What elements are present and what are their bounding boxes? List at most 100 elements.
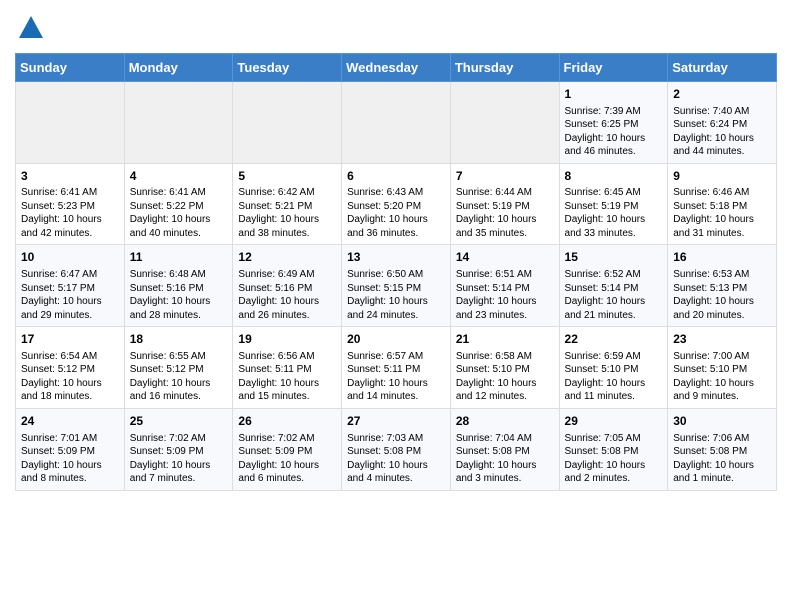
calendar-cell: 15Sunrise: 6:52 AMSunset: 5:14 PMDayligh… [559,245,668,327]
day-info: Sunset: 5:10 PM [456,363,554,377]
weekday-header: Wednesday [342,53,451,81]
day-info: Daylight: 10 hours and 38 minutes. [238,213,336,240]
calendar-cell: 14Sunrise: 6:51 AMSunset: 5:14 PMDayligh… [450,245,559,327]
day-number: 19 [238,331,336,348]
day-info: Daylight: 10 hours and 35 minutes. [456,213,554,240]
day-info: Sunset: 5:09 PM [130,445,228,459]
day-info: Sunset: 5:18 PM [673,200,771,214]
day-info: Sunset: 5:08 PM [565,445,663,459]
day-info: Sunset: 5:14 PM [565,282,663,296]
weekday-header: Thursday [450,53,559,81]
day-info: Sunrise: 6:47 AM [21,268,119,282]
day-info: Sunset: 5:11 PM [347,363,445,377]
day-info: Sunrise: 6:56 AM [238,350,336,364]
calendar-cell: 25Sunrise: 7:02 AMSunset: 5:09 PMDayligh… [124,408,233,490]
day-number: 28 [456,413,554,430]
day-info: Sunrise: 6:49 AM [238,268,336,282]
day-info: Daylight: 10 hours and 4 minutes. [347,459,445,486]
day-info: Sunrise: 7:02 AM [130,432,228,446]
calendar-cell: 13Sunrise: 6:50 AMSunset: 5:15 PMDayligh… [342,245,451,327]
day-number: 4 [130,168,228,185]
day-info: Sunset: 6:24 PM [673,118,771,132]
day-number: 3 [21,168,119,185]
calendar-cell: 24Sunrise: 7:01 AMSunset: 5:09 PMDayligh… [16,408,125,490]
calendar-cell: 30Sunrise: 7:06 AMSunset: 5:08 PMDayligh… [668,408,777,490]
day-info: Sunrise: 6:54 AM [21,350,119,364]
day-info: Daylight: 10 hours and 42 minutes. [21,213,119,240]
day-info: Sunrise: 6:45 AM [565,186,663,200]
day-info: Sunset: 5:09 PM [21,445,119,459]
calendar-cell: 12Sunrise: 6:49 AMSunset: 5:16 PMDayligh… [233,245,342,327]
day-number: 25 [130,413,228,430]
day-info: Daylight: 10 hours and 11 minutes. [565,377,663,404]
calendar-cell: 26 Sunrise: 7:02 AMSunset: 5:09 PMDayligh… [233,408,342,490]
day-info: Sunrise: 7:02 AM [238,432,336,446]
day-info: Sunset: 5:20 PM [347,200,445,214]
calendar-cell: 2Sunrise: 7:40 AMSunset: 6:24 PMDaylight… [668,81,777,163]
weekday-row: SundayMondayTuesdayWednesdayThursdayFrid… [16,53,777,81]
day-info: Sunrise: 7:01 AM [21,432,119,446]
day-number: 26 [238,413,336,430]
calendar-cell: 29Sunrise: 7:05 AMSunset: 5:08 PMDayligh… [559,408,668,490]
day-info: Sunrise: 6:41 AM [130,186,228,200]
day-info: Sunrise: 6:50 AM [347,268,445,282]
day-info: Daylight: 10 hours and 2 minutes. [565,459,663,486]
day-info: Daylight: 10 hours and 31 minutes. [673,213,771,240]
day-number: 2 [673,86,771,103]
day-info: Daylight: 10 hours and 18 minutes. [21,377,119,404]
calendar-week-row: 3Sunrise: 6:41 AMSunset: 5:23 PMDaylight… [16,163,777,245]
weekday-header: Monday [124,53,233,81]
day-info: Sunrise: 7:00 AM [673,350,771,364]
day-info: Sunset: 5:22 PM [130,200,228,214]
day-info: Daylight: 10 hours and 28 minutes. [130,295,228,322]
calendar-cell: 4Sunrise: 6:41 AMSunset: 5:22 PMDaylight… [124,163,233,245]
day-info: Sunset: 5:16 PM [130,282,228,296]
calendar-cell [233,81,342,163]
day-info: Sunset: 5:08 PM [347,445,445,459]
weekday-header: Sunday [16,53,125,81]
day-info: Daylight: 10 hours and 33 minutes. [565,213,663,240]
day-info: Daylight: 10 hours and 23 minutes. [456,295,554,322]
day-number: 20 [347,331,445,348]
day-info: Daylight: 10 hours and 46 minutes. [565,132,663,159]
day-number: 7 [456,168,554,185]
day-info: Sunset: 5:15 PM [347,282,445,296]
day-info: Sunrise: 6:55 AM [130,350,228,364]
calendar-cell: 11Sunrise: 6:48 AMSunset: 5:16 PMDayligh… [124,245,233,327]
calendar-cell: 21Sunrise: 6:58 AMSunset: 5:10 PMDayligh… [450,327,559,409]
day-info: Sunset: 5:09 PM [238,445,336,459]
day-info: Daylight: 10 hours and 12 minutes. [456,377,554,404]
calendar-cell [16,81,125,163]
calendar-cell: 22Sunrise: 6:59 AMSunset: 5:10 PMDayligh… [559,327,668,409]
weekday-header: Saturday [668,53,777,81]
day-info: Daylight: 10 hours and 9 minutes. [673,377,771,404]
calendar-cell: 7Sunrise: 6:44 AMSunset: 5:19 PMDaylight… [450,163,559,245]
day-info: Daylight: 10 hours and 14 minutes. [347,377,445,404]
day-number: 1 [565,86,663,103]
day-info: Sunset: 5:08 PM [456,445,554,459]
day-info: Sunrise: 6:57 AM [347,350,445,364]
weekday-header: Tuesday [233,53,342,81]
day-number: 5 [238,168,336,185]
day-info: Sunrise: 6:48 AM [130,268,228,282]
calendar-week-row: 24Sunrise: 7:01 AMSunset: 5:09 PMDayligh… [16,408,777,490]
day-info: Daylight: 10 hours and 3 minutes. [456,459,554,486]
day-info: Sunrise: 6:58 AM [456,350,554,364]
day-info: Sunset: 5:12 PM [130,363,228,377]
day-info: Daylight: 10 hours and 6 minutes. [238,459,336,486]
calendar-cell: 19Sunrise: 6:56 AMSunset: 5:11 PMDayligh… [233,327,342,409]
day-info: Daylight: 10 hours and 36 minutes. [347,213,445,240]
page-header [15,10,777,47]
calendar-week-row: 10Sunrise: 6:47 AMSunset: 5:17 PMDayligh… [16,245,777,327]
day-info: Sunrise: 7:05 AM [565,432,663,446]
day-info: Sunset: 5:10 PM [565,363,663,377]
day-info: Sunrise: 6:41 AM [21,186,119,200]
calendar-cell: 16Sunrise: 6:53 AMSunset: 5:13 PMDayligh… [668,245,777,327]
day-info: Daylight: 10 hours and 40 minutes. [130,213,228,240]
day-info: Sunset: 5:08 PM [673,445,771,459]
day-info: Daylight: 10 hours and 24 minutes. [347,295,445,322]
calendar-week-row: 17Sunrise: 6:54 AMSunset: 5:12 PMDayligh… [16,327,777,409]
day-info: Sunset: 5:12 PM [21,363,119,377]
day-info: Sunrise: 7:39 AM [565,105,663,119]
day-number: 17 [21,331,119,348]
